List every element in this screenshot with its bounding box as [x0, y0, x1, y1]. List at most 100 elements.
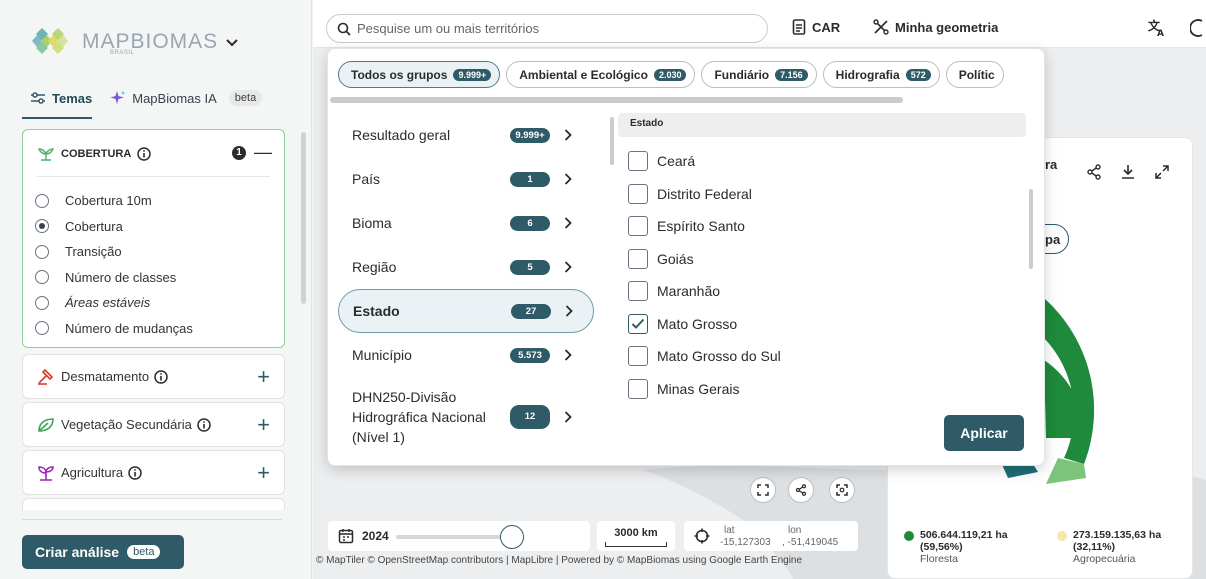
layer-agricultura[interactable]: Agricultura +: [22, 450, 285, 495]
category-scrollbar[interactable]: [610, 117, 614, 165]
mapbiomas-logo: [32, 28, 68, 54]
chevron-right-icon: [565, 305, 573, 317]
state-checkbox-item[interactable]: Maranhão: [628, 275, 781, 308]
state-checkbox-item[interactable]: Distrito Federal: [628, 178, 781, 211]
tab-temas-label: Temas: [52, 90, 93, 106]
leaf-icon: [37, 417, 55, 433]
legend-label: Agropecuária: [1073, 553, 1136, 565]
radio-option[interactable]: Transição: [35, 239, 193, 265]
radio-icon: [35, 321, 49, 336]
zoom-search-button[interactable]: [829, 477, 855, 503]
divider: [37, 176, 270, 177]
pill-todos-grupos[interactable]: Todos os grupos 9.999+: [338, 61, 501, 88]
cobertura-header[interactable]: COBERTURA: [37, 147, 152, 161]
tab-mapbiomas-ia[interactable]: MapBiomas IA beta: [110, 90, 263, 106]
category-count: 27: [511, 303, 551, 319]
state-checkbox-item-checked[interactable]: Mato Grosso: [628, 308, 781, 341]
radio-label: Cobertura 10m: [65, 193, 152, 209]
category-item[interactable]: DHN250-Divisão Hidrográfica Nacional (Ní…: [338, 377, 594, 457]
state-label: Espírito Santo: [657, 218, 745, 235]
left-scrollbar[interactable]: [301, 132, 306, 304]
state-scrollbar[interactable]: [1029, 189, 1033, 269]
legend-value: 506.644.119,21 ha: [920, 529, 1008, 541]
chevron-right-icon: [564, 173, 572, 185]
calendar-icon: [338, 529, 354, 544]
theme-toggle-icon[interactable]: [1189, 19, 1206, 42]
svg-text:A: A: [1157, 29, 1164, 37]
radio-option[interactable]: Cobertura 10m: [35, 188, 193, 214]
pill-ambiental[interactable]: Ambiental e Ecológico 2.030: [506, 61, 696, 88]
state-checkbox-item[interactable]: Mato Grosso do Sul: [628, 340, 781, 373]
expand-plus-icon[interactable]: +: [257, 461, 270, 483]
pill-count: 7.156: [775, 68, 808, 81]
layer-label: Vegetação Secundária: [61, 417, 192, 432]
radio-option[interactable]: Número de mudanças: [35, 316, 193, 342]
fullscreen-icon: [757, 484, 769, 496]
radio-option[interactable]: Cobertura: [35, 214, 193, 240]
category-item[interactable]: Resultado geral 9.999+: [338, 113, 594, 157]
radio-icon: [35, 270, 49, 285]
crosshair-icon[interactable]: [694, 528, 710, 544]
info-icon[interactable]: [137, 147, 152, 161]
chevron-down-icon[interactable]: [226, 39, 238, 47]
tab-temas[interactable]: Temas: [30, 91, 92, 106]
category-item[interactable]: Bioma 6: [338, 201, 594, 245]
year-slider-thumb[interactable]: [500, 525, 524, 549]
apply-button[interactable]: Aplicar: [944, 415, 1024, 451]
scale-bar: [605, 542, 667, 547]
download-icon[interactable]: [1120, 164, 1136, 180]
expand-plus-icon[interactable]: +: [257, 365, 270, 387]
pills-scrollbar[interactable]: [330, 97, 903, 103]
state-checkbox-item[interactable]: Goiás: [628, 243, 781, 276]
radio-icon: [35, 295, 49, 310]
state-label: Mato Grosso do Sul: [657, 348, 781, 365]
layer-desmatamento[interactable]: Desmatamento +: [22, 354, 285, 399]
cobertura-count: 1: [232, 146, 246, 160]
share-icon[interactable]: [1086, 164, 1102, 180]
checkbox-icon: [628, 346, 648, 367]
expand-icon[interactable]: [1154, 164, 1170, 180]
category-item[interactable]: Município 5.573: [338, 333, 594, 377]
fullscreen-button[interactable]: [750, 477, 776, 503]
car-button[interactable]: CAR: [792, 19, 840, 35]
category-label: DHN250-Divisão Hidrográfica Nacional (Ní…: [352, 389, 486, 445]
checkbox-icon: [628, 248, 648, 269]
lon-label: lon: [788, 525, 802, 536]
my-geometry-button[interactable]: Minha geometria: [873, 19, 998, 35]
chevron-right-icon: [564, 411, 572, 423]
create-analysis-button[interactable]: Criar análise beta: [22, 535, 184, 569]
legend-percent: (59,56%): [920, 541, 963, 553]
translate-icon[interactable]: 文A: [1148, 18, 1166, 42]
radio-option[interactable]: Número de classes: [35, 265, 193, 291]
info-icon[interactable]: [128, 465, 142, 480]
pill-hidrografia[interactable]: Hidrografia 572: [822, 61, 940, 88]
info-icon[interactable]: [154, 369, 168, 384]
radio-label: Transição: [65, 244, 122, 260]
category-label: Município: [352, 347, 412, 363]
legend-floresta: 506.644.119,21 ha (59,56%) Floresta: [904, 529, 1008, 565]
pill-label: Fundiário: [714, 67, 770, 82]
layer-vegetacao-secundaria[interactable]: Vegetação Secundária +: [22, 402, 285, 447]
state-checkbox-item[interactable]: Minas Gerais: [628, 373, 781, 406]
state-checkbox-item[interactable]: Ceará: [628, 145, 781, 178]
legend-agropecuaria: 273.159.135,63 ha (32,11%) Agropecuária: [1057, 529, 1161, 565]
category-item-selected[interactable]: Estado 27: [338, 289, 594, 333]
state-checkbox-item[interactable]: Espírito Santo: [628, 210, 781, 243]
share-map-button[interactable]: [788, 477, 814, 503]
legend-percent: (32,11%): [1073, 541, 1116, 553]
pill-politico[interactable]: Polític: [945, 61, 1004, 88]
radio-option[interactable]: Áreas estáveis: [35, 290, 193, 316]
category-count: 5.573: [510, 347, 550, 363]
collapse-icon[interactable]: —: [254, 143, 272, 161]
category-item[interactable]: País 1: [338, 157, 594, 201]
pill-label: Ambiental e Ecológico: [519, 67, 648, 82]
expand-plus-icon[interactable]: +: [257, 413, 270, 435]
info-icon[interactable]: [197, 417, 211, 432]
lat-label: lat: [724, 525, 735, 536]
category-label: Resultado geral: [352, 127, 451, 143]
search-input[interactable]: Pesquise um ou mais territórios: [326, 14, 768, 43]
category-item[interactable]: Região 5: [338, 245, 594, 289]
category-count: 1: [510, 171, 550, 187]
radio-icon: [35, 244, 49, 259]
pill-fundiario[interactable]: Fundiário 7.156: [701, 61, 817, 88]
